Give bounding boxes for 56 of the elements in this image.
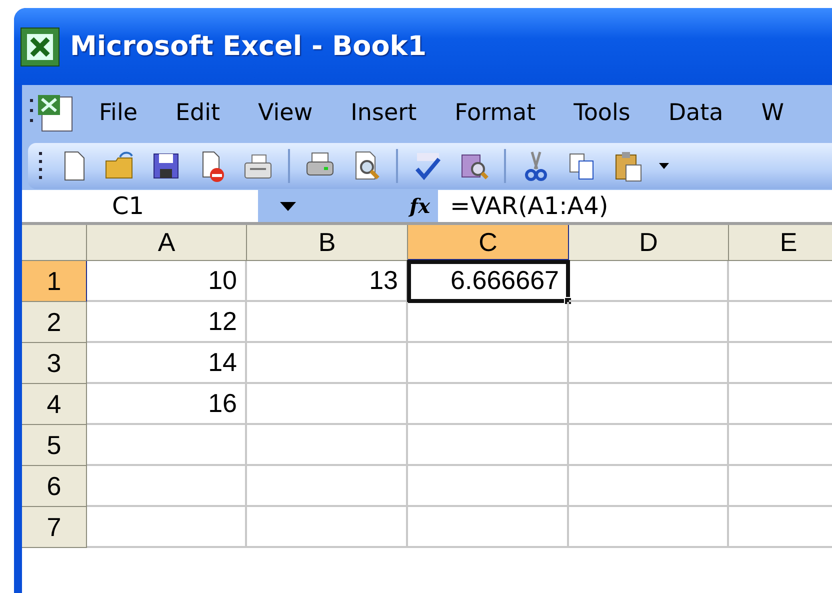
table-cell[interactable]: 16	[87, 384, 247, 425]
menu-item[interactable]: Data	[649, 100, 742, 126]
table-cell[interactable]	[569, 466, 729, 507]
menu-item[interactable]: Format	[436, 100, 555, 126]
table-cell[interactable]: 6.666667	[408, 261, 569, 302]
column-header[interactable]: A	[87, 225, 247, 261]
table-cell[interactable]	[247, 507, 408, 548]
row-header[interactable]: 7	[22, 507, 87, 548]
row-header[interactable]: 1	[22, 261, 87, 302]
table-cell[interactable]	[247, 384, 408, 425]
table-cell[interactable]	[569, 425, 729, 466]
menu-item[interactable]: Tools	[554, 100, 650, 126]
table-cell[interactable]	[247, 302, 408, 343]
function-label[interactable]: fx	[409, 194, 430, 218]
table-cell[interactable]	[408, 302, 569, 343]
table-cell[interactable]	[408, 384, 569, 425]
row-header[interactable]: 5	[22, 425, 87, 466]
column-header[interactable]: E	[729, 225, 832, 261]
column-header[interactable]: D	[569, 225, 729, 261]
table-cell[interactable]: 14	[87, 343, 247, 384]
spreadsheet-app-icon	[20, 26, 60, 66]
row-header[interactable]: 4	[22, 384, 87, 425]
table-cell[interactable]	[569, 384, 729, 425]
menu-item[interactable]: Edit	[156, 100, 240, 126]
table-cell[interactable]: 10	[87, 261, 247, 302]
table-cell[interactable]	[569, 302, 729, 343]
table-cell[interactable]: 12	[87, 302, 247, 343]
table-cell[interactable]	[408, 425, 569, 466]
row-header[interactable]: 3	[22, 343, 87, 384]
table-cell[interactable]	[408, 507, 569, 548]
caret-icon[interactable]	[658, 161, 670, 171]
table-cell[interactable]	[569, 507, 729, 548]
row-header[interactable]: 2	[22, 302, 87, 343]
column-header[interactable]: B	[247, 225, 408, 261]
window-title: Microsoft Excel - Book1	[70, 31, 427, 62]
table-cell[interactable]	[408, 343, 569, 384]
menu-item[interactable]: W	[742, 100, 804, 126]
row-header[interactable]: 6	[22, 466, 87, 507]
table-cell[interactable]	[569, 343, 729, 384]
table-cell[interactable]	[569, 261, 729, 302]
table-cell[interactable]: 13	[247, 261, 408, 302]
table-cell[interactable]	[408, 466, 569, 507]
name-box-dropdown[interactable]: fx	[258, 190, 438, 222]
table-cell[interactable]	[87, 425, 247, 466]
column-header[interactable]: C	[408, 225, 569, 261]
table-cell[interactable]	[87, 466, 247, 507]
select-all-corner[interactable]	[22, 225, 87, 261]
table-cell[interactable]	[247, 425, 408, 466]
menu-item[interactable]: File	[80, 100, 156, 126]
table-cell[interactable]	[247, 466, 408, 507]
formula-field[interactable]: =VAR(A1:A4)	[438, 190, 608, 222]
table-cell[interactable]	[87, 507, 247, 548]
menu-item[interactable]: Insert	[332, 100, 436, 126]
table-cell[interactable]	[247, 343, 408, 384]
caret-icon[interactable]	[278, 200, 298, 212]
menu-item[interactable]: View	[239, 100, 332, 126]
